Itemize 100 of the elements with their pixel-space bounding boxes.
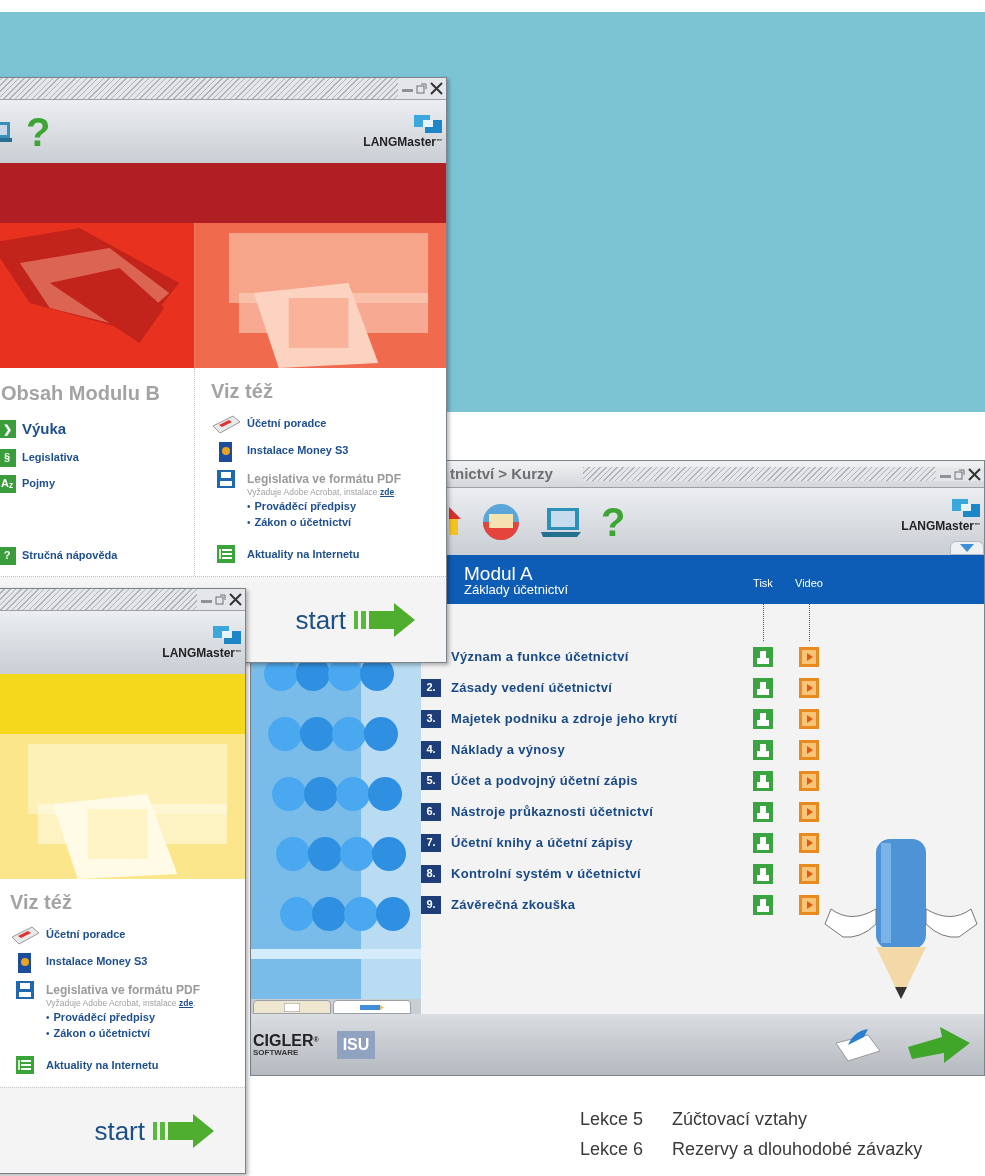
close-icon[interactable] [430, 82, 443, 95]
item-icon: A$_{z}$ [0, 474, 16, 493]
print-icon[interactable] [753, 770, 773, 791]
section-heading: Viz též [211, 379, 274, 404]
menu-link[interactable]: Legislativa [22, 449, 79, 466]
start-button[interactable]: start [287, 598, 424, 641]
video-icon[interactable] [799, 739, 819, 760]
video-icon[interactable] [799, 677, 819, 698]
sub-link[interactable]: Zákon o účetnictví [53, 1026, 151, 1041]
see-also-link[interactable]: Instalace Money S3 [247, 443, 349, 457]
pencil-icon [360, 1003, 384, 1011]
lesson-link[interactable]: Majetek podniku a zdroje jeho krytí [451, 708, 753, 729]
see-also-link[interactable]: Účetní poradce [247, 416, 327, 430]
print-icon[interactable] [753, 801, 773, 822]
print-icon[interactable] [753, 739, 773, 760]
arrow-icon [153, 1113, 215, 1148]
print-icon[interactable] [753, 832, 773, 853]
video-icon[interactable] [799, 708, 819, 729]
lesson-link[interactable]: Kontrolní systém v účetnictví [451, 863, 753, 884]
see-also-link[interactable]: Účetní poradce [46, 927, 126, 941]
video-icon[interactable] [799, 801, 819, 822]
logo-text: LANGMaster$^{™}$ [901, 520, 980, 532]
house-icon[interactable] [449, 506, 461, 537]
menu-link[interactable]: Výuka [22, 418, 67, 441]
sub-link[interactable]: Prováděcí předpisy [53, 1010, 155, 1025]
lesson-number: 3. [421, 709, 441, 728]
menu-link[interactable]: Stručná nápověda [22, 547, 118, 564]
partner-logo: ISU [336, 1030, 376, 1059]
module-title: Modul A [464, 563, 534, 583]
close-icon[interactable] [229, 593, 242, 606]
news-icon [217, 545, 235, 563]
print-icon[interactable] [753, 894, 773, 915]
column-header: Video [794, 576, 824, 592]
lesson-title: Zúčtovací vztahy [672, 1108, 808, 1131]
lesson-label: Lekce 6 [580, 1138, 645, 1161]
logo-icon [952, 499, 980, 517]
print-icon[interactable] [753, 863, 773, 884]
logo-text: LANGMaster$^{™}$ [162, 647, 241, 659]
lesson-link[interactable]: Účet a podvojný účetní zápis [451, 770, 753, 791]
close-icon[interactable] [968, 467, 981, 481]
video-icon[interactable] [799, 832, 819, 853]
restore-icon[interactable] [416, 83, 427, 94]
box-icon [17, 952, 33, 974]
lesson-number: 8. [421, 864, 441, 883]
item-icon: § [0, 448, 16, 467]
book-icon [211, 414, 241, 434]
lesson-link[interactable]: Zásady vedení účetnictví [451, 677, 753, 698]
lesson-title: Rezervy a dlouhodobé závazky [672, 1138, 923, 1161]
item-icon: ? [0, 546, 16, 565]
logo-icon [213, 626, 241, 644]
brand-subtitle: SOFTWARE [253, 1048, 300, 1057]
bullet: • [46, 1027, 50, 1041]
lesson-number: 5. [421, 771, 441, 790]
restore-icon[interactable] [215, 594, 226, 605]
lesson-link[interactable]: Význam a funkce účetnictví [451, 646, 753, 667]
logo-text: LANGMaster$^{™}$ [363, 136, 442, 148]
note-text: Vyžaduje Adobe Acrobat, instalace zde. [46, 997, 197, 1009]
tab[interactable] [333, 1000, 411, 1014]
lesson-link[interactable]: Náklady a výnosy [451, 739, 753, 760]
module-subtitle: Základy účetnictví [464, 582, 570, 596]
see-also-link[interactable]: Instalace Money S3 [46, 954, 148, 968]
lesson-number: 4. [421, 740, 441, 759]
print-icon[interactable] [753, 708, 773, 729]
section-heading: Viz též [10, 890, 73, 915]
bullet: • [46, 1011, 50, 1025]
lesson-number: 6. [421, 802, 441, 821]
lesson-number: 2. [421, 678, 441, 697]
dropdown-tab[interactable] [950, 541, 984, 555]
video-icon[interactable] [799, 770, 819, 791]
sub-link[interactable]: Prováděcí předpisy [254, 499, 356, 514]
print-icon[interactable] [753, 677, 773, 698]
tab[interactable] [253, 1000, 331, 1014]
laptop-icon[interactable] [541, 505, 583, 538]
see-also-link[interactable]: Aktuality na Internetu [46, 1058, 159, 1072]
see-also-link[interactable]: Aktuality na Internetu [247, 547, 360, 561]
envelope-icon[interactable] [832, 1026, 884, 1063]
triangle-icon [960, 544, 974, 552]
video-icon[interactable] [799, 646, 819, 667]
lesson-link[interactable]: Účetní knihy a účetní zápisy [451, 832, 753, 853]
item-icon: ❯ [0, 420, 16, 439]
video-icon[interactable] [799, 894, 819, 915]
next-arrow-icon[interactable] [908, 1024, 970, 1065]
video-icon[interactable] [799, 863, 819, 884]
note-text: Vyžaduje Adobe Acrobat, instalace zde. [247, 486, 398, 498]
book-icon [10, 925, 40, 945]
column-header: Tisk [752, 576, 774, 592]
print-icon[interactable] [753, 646, 773, 667]
restore-icon[interactable] [954, 468, 965, 480]
note-icon [284, 1002, 300, 1012]
lesson-link[interactable]: Závěrečná zkouška [451, 894, 753, 915]
bullet: • [247, 500, 251, 514]
lesson-link[interactable]: Nástroje průkaznosti účetnictví [451, 801, 753, 822]
brand-logo: CIGLER$^{®}$ [253, 1032, 319, 1049]
lesson-number: 9. [421, 895, 441, 914]
arrow-icon [354, 602, 416, 637]
section-heading: Obsah Modulu B [0, 381, 161, 406]
menu-link[interactable]: Pojmy [22, 475, 55, 492]
logo-icon [414, 115, 442, 133]
bullet: • [247, 516, 251, 530]
sub-link[interactable]: Zákon o účetnictví [254, 515, 352, 530]
